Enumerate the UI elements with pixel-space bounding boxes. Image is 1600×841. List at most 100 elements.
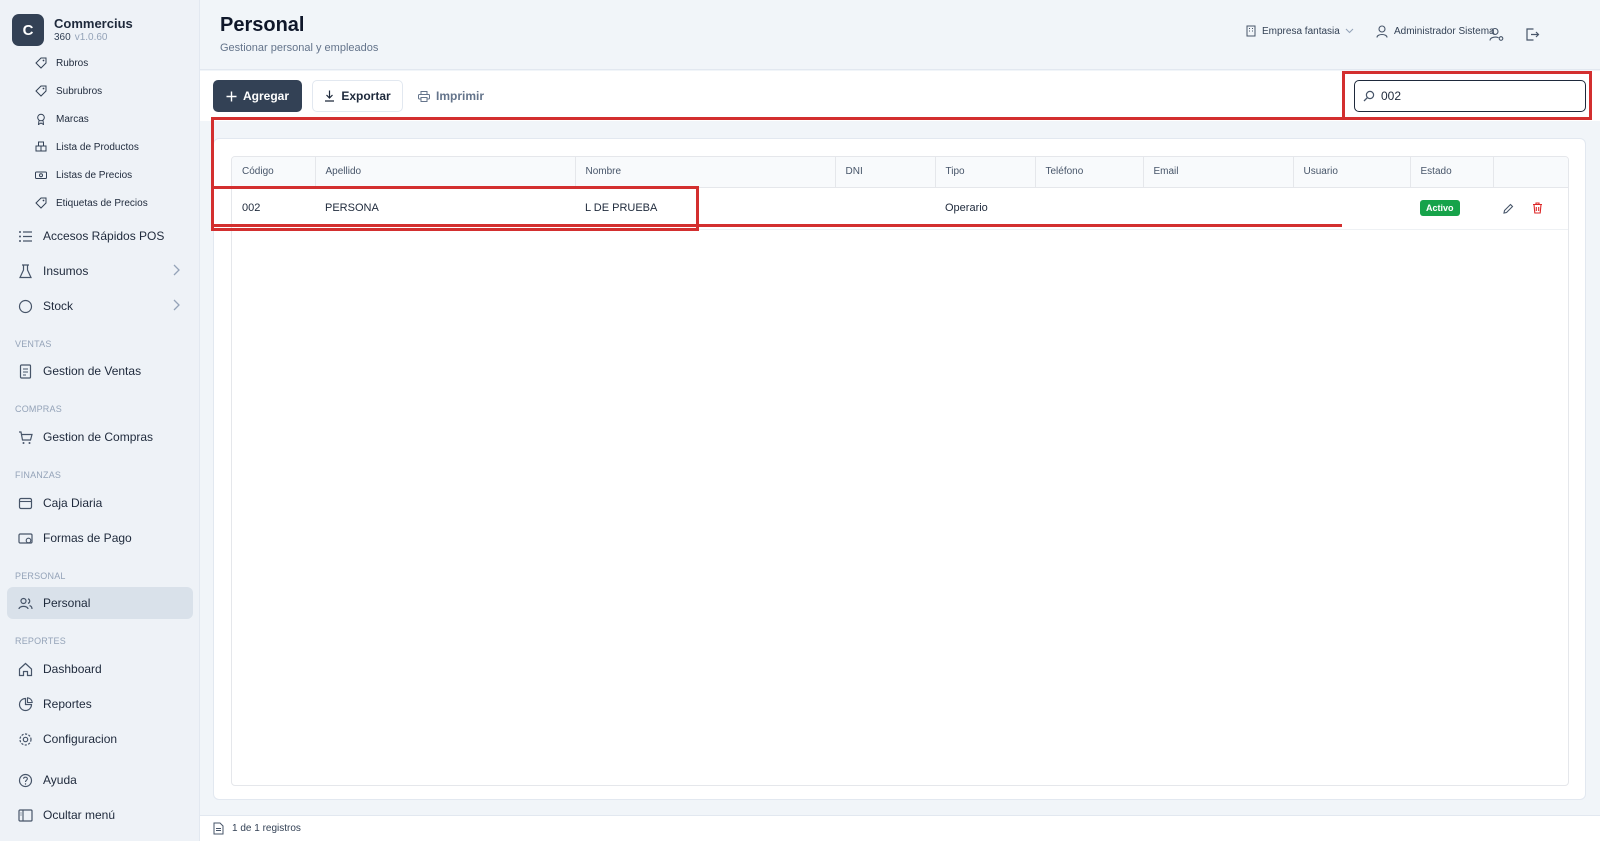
cart-icon — [17, 429, 33, 445]
sidebar-item-caja-diaria[interactable]: Caja Diaria — [7, 487, 193, 519]
app-name: Commercius — [54, 16, 133, 32]
users-icon — [17, 595, 33, 611]
delete-icon[interactable] — [1532, 202, 1543, 214]
user-cog-icon — [1488, 27, 1504, 42]
print-button[interactable]: Imprimir — [415, 80, 487, 112]
cell-apellido: PERSONA — [315, 187, 575, 230]
sidebar-item-label: Ocultar menú — [43, 808, 116, 822]
logout-icon — [1525, 27, 1540, 42]
cell-usuario — [1293, 187, 1410, 230]
user-name: Administrador Sistema — [1394, 26, 1495, 37]
col-header-tipo[interactable]: Tipo — [935, 157, 1036, 188]
section-label-personal: PERSONAL — [15, 571, 66, 581]
section-label-ventas: VENTAS — [15, 339, 52, 349]
table-header-row: Código Apellido Nombre DNI Tipo Teléfono… — [232, 157, 1568, 188]
download-icon — [324, 90, 335, 102]
sidebar-item-configuracion[interactable]: Configuracion — [7, 723, 193, 755]
sidebar-item-label: Stock — [43, 299, 74, 313]
col-header-nombre[interactable]: Nombre — [575, 157, 836, 188]
sidebar-subitem-label: Etiquetas de Precios — [56, 197, 148, 209]
sidebar-item-ayuda[interactable]: Ayuda — [7, 764, 193, 796]
col-header-telefono[interactable]: Teléfono — [1035, 157, 1144, 188]
brand[interactable]: C Commercius 360 v1.0.60 — [12, 14, 133, 46]
sidebar-subitem-subrubros[interactable]: Subrubros — [34, 81, 102, 101]
sidebar-subitem-label: Marcas — [56, 113, 89, 125]
building-icon — [1246, 25, 1256, 37]
sidebar-item-accesos-rapidos[interactable]: Accesos Rápidos POS — [7, 220, 193, 252]
app-logo: C — [12, 14, 44, 46]
sidebar-item-label: Ayuda — [43, 773, 77, 787]
section-label-compras: COMPRAS — [15, 404, 62, 414]
section-label-finanzas: FINANZAS — [15, 470, 62, 480]
col-header-estado[interactable]: Estado — [1410, 157, 1494, 188]
receipt-icon — [17, 363, 33, 379]
search-input[interactable] — [1381, 89, 1571, 103]
table-row[interactable]: 002 PERSONA L DE PRUEBA Operario Activo — [232, 187, 1568, 230]
file-icon — [213, 822, 224, 835]
cell-dni — [835, 187, 935, 230]
sidebar-item-insumos[interactable]: Insumos — [7, 255, 193, 287]
sidebar-item-stock[interactable]: Stock — [7, 290, 193, 322]
sidebar-item-label: Gestion de Compras — [43, 430, 154, 444]
tag-icon — [34, 84, 48, 98]
sidebar-item-label: Caja Diaria — [43, 496, 103, 510]
panel-icon — [17, 807, 33, 823]
toolbar: Agregar Exportar Imprimir — [200, 71, 1600, 121]
col-header-usuario[interactable]: Usuario — [1293, 157, 1411, 188]
sidebar-item-label: Formas de Pago — [43, 531, 132, 545]
app-edition: 360 — [54, 31, 71, 43]
sidebar-item-dashboard[interactable]: Dashboard — [7, 653, 193, 685]
sidebar-item-personal[interactable]: Personal — [7, 587, 193, 619]
page-header: Personal Gestionar personal y empleados … — [200, 0, 1600, 70]
user-menu[interactable]: Administrador Sistema — [1376, 25, 1495, 38]
chevron-right-icon — [171, 264, 181, 279]
gear-icon — [17, 731, 33, 747]
search-box[interactable] — [1354, 80, 1586, 112]
sidebar-subitem-label: Rubros — [56, 57, 89, 69]
sidebar-subitem-marcas[interactable]: Marcas — [34, 109, 89, 129]
boxes-icon — [34, 140, 48, 154]
wallet-icon — [17, 495, 33, 511]
user-settings-button[interactable] — [1486, 24, 1506, 44]
col-header-codigo[interactable]: Código — [232, 157, 316, 188]
award-icon — [34, 112, 48, 126]
tag-icon — [34, 56, 48, 70]
company-selector[interactable]: Empresa fantasia — [1246, 25, 1354, 37]
page-title: Personal — [220, 14, 305, 36]
sidebar-subitem-rubros[interactable]: Rubros — [34, 53, 88, 73]
sidebar-item-ocultar-menu[interactable]: Ocultar menú — [7, 799, 193, 831]
add-button[interactable]: Agregar — [213, 80, 302, 112]
sidebar-item-formas-pago[interactable]: Formas de Pago — [7, 522, 193, 554]
cell-tipo: Operario — [935, 187, 1035, 230]
col-header-email[interactable]: Email — [1143, 157, 1294, 188]
search-icon — [1363, 90, 1375, 102]
banknote-icon — [34, 168, 48, 182]
logout-button[interactable] — [1522, 24, 1542, 44]
edit-icon[interactable] — [1503, 203, 1514, 214]
sidebar-item-label: Dashboard — [43, 662, 102, 676]
sidebar-subitem-label: Subrubros — [56, 85, 103, 97]
sidebar-item-gestion-compras[interactable]: Gestion de Compras — [7, 421, 193, 453]
sidebar-subitem-lista-productos[interactable]: Lista de Productos — [34, 137, 139, 157]
plus-icon — [226, 91, 237, 102]
company-name: Empresa fantasia — [1262, 25, 1340, 37]
sidebar-item-label: Reportes — [43, 697, 92, 711]
col-header-dni[interactable]: DNI — [835, 157, 936, 188]
sidebar-subitem-label: Listas de Precios — [56, 169, 133, 181]
records-count: 1 de 1 registros — [232, 823, 301, 834]
sidebar-item-reportes[interactable]: Reportes — [7, 688, 193, 720]
export-button[interactable]: Exportar — [312, 80, 403, 112]
cell-estado: Activo — [1410, 187, 1493, 230]
printer-icon — [417, 90, 430, 102]
help-icon — [17, 772, 33, 788]
chevron-down-icon — [1345, 28, 1354, 34]
flask-icon — [17, 263, 33, 279]
sidebar-item-label: Insumos — [43, 264, 89, 278]
sidebar-subitem-etiquetas-precios[interactable]: Etiquetas de Precios — [34, 193, 148, 213]
sidebar-item-gestion-ventas[interactable]: Gestion de Ventas — [7, 355, 193, 387]
cell-nombre: L DE PRUEBA — [575, 187, 835, 230]
col-header-apellido[interactable]: Apellido — [315, 157, 576, 188]
sidebar-subitem-listas-precios[interactable]: Listas de Precios — [34, 165, 132, 185]
sidebar-item-label: Gestion de Ventas — [43, 364, 142, 378]
add-button-label: Agregar — [242, 89, 289, 103]
